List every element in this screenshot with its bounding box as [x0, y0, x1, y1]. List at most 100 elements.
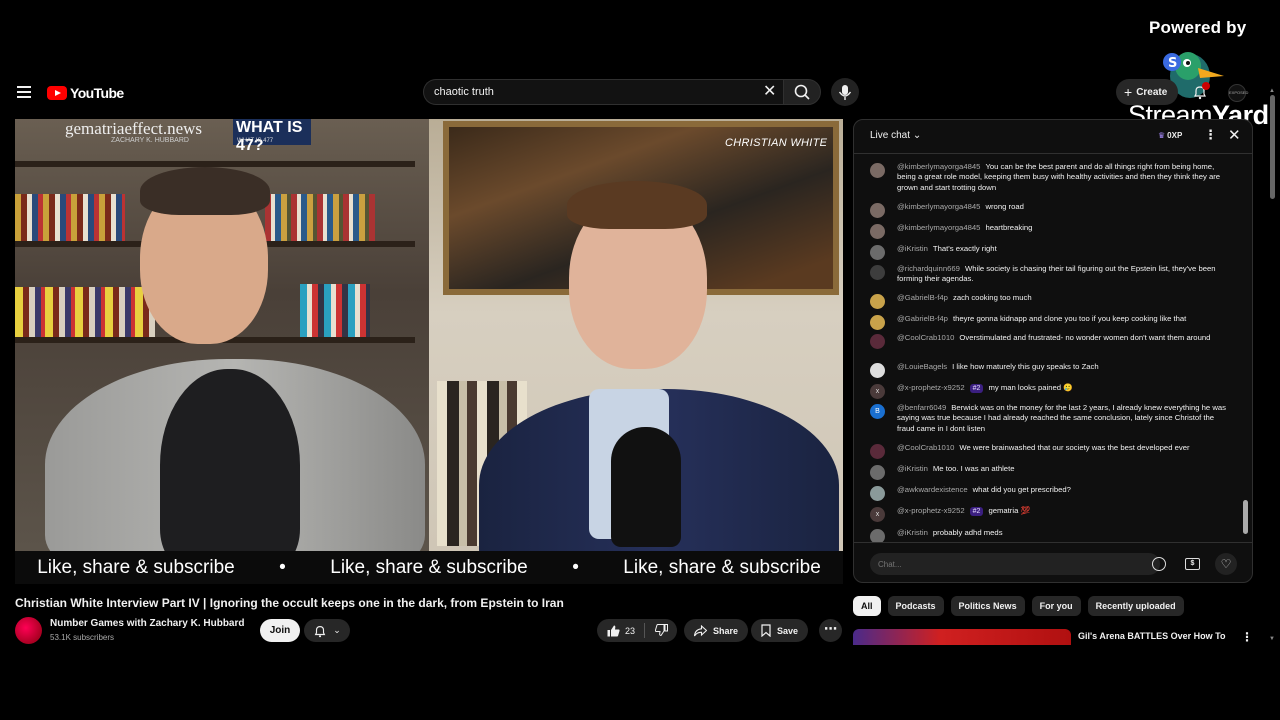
scroll-up-arrow-icon[interactable]: ▲ [1269, 88, 1275, 94]
youtube-play-icon [47, 86, 67, 100]
notification-settings-button[interactable]: ⌄ [304, 619, 350, 642]
chat-input[interactable] [870, 553, 1160, 575]
hamburger-menu-icon[interactable] [17, 86, 31, 98]
chat-avatar: B [870, 404, 885, 419]
chat-rank-badge: #2 [969, 507, 984, 516]
recommendation-options-icon[interactable]: ⋮ [1241, 630, 1253, 644]
gematria-brand-text: gematriaeffect.news [65, 119, 203, 138]
chat-message: @iKristin That's exactly right [870, 244, 1226, 260]
chevron-down-icon: ⌄ [912, 130, 922, 141]
share-icon [694, 624, 707, 636]
voice-search-button[interactable] [831, 78, 859, 106]
chat-message: @awkwardexistence what did you get prescr… [870, 485, 1226, 501]
thumbs-up-icon [607, 625, 620, 636]
svg-text:S: S [1168, 56, 1177, 71]
chat-avatar [870, 245, 885, 260]
join-button[interactable]: Join [260, 619, 300, 642]
search-button[interactable] [783, 79, 821, 105]
search-input[interactable] [434, 80, 754, 104]
chat-message: @CoolCrab1010 Overstimulated and frustrat… [870, 333, 1226, 349]
scroll-down-arrow-icon[interactable]: ▼ [1269, 636, 1275, 642]
dislike-button[interactable] [645, 623, 668, 638]
chat-message: @kimberlymayorga4845 wrong road [870, 202, 1226, 218]
page-scrollbar[interactable] [1270, 95, 1275, 199]
chat-avatar [870, 315, 885, 330]
chat-input-row: $ ♡ [854, 542, 1252, 582]
recommendation-title[interactable]: Gil's Arena BATTLES Over How To Solve NB… [1078, 630, 1228, 644]
top-bar: YouTube ✕ + Create EXPOSED [0, 76, 1270, 110]
gematria-brand-subtext: ZACHARY K. HUBBARD [111, 137, 189, 144]
ticker-text: Like, share & subscribe [623, 556, 821, 578]
recommendation-thumbnail[interactable] [853, 629, 1071, 645]
account-avatar[interactable]: EXPOSED [1228, 84, 1248, 102]
microphone-icon [838, 85, 852, 100]
chat-message: x @x-prophetz-x9252 #2 my man looks pained … [870, 383, 1226, 399]
ticker-text: Like, share & subscribe [37, 556, 235, 578]
live-chat-panel: Live chat ⌄ ♛ 0XP ⋮ ✕ @kimberlymayorga484… [853, 119, 1253, 583]
studio-microphone [611, 427, 681, 547]
bookmark-icon [761, 624, 771, 637]
chat-avatar [870, 486, 885, 501]
chip-podcasts[interactable]: Podcasts [887, 596, 944, 616]
notification-badge [1202, 82, 1210, 90]
share-button[interactable]: Share [684, 619, 749, 642]
video-player[interactable]: gematriaeffect.news ZACHARY K. HUBBARD W… [15, 119, 843, 584]
plus-icon: + [1124, 84, 1133, 100]
subscribe-ticker: Like, share & subscribe • Like, share & … [15, 551, 843, 584]
chat-message: @GabrielB-f4p theyre gonna kidnapp and cl… [870, 314, 1226, 330]
thumbs-down-icon [654, 623, 668, 636]
chat-avatar: x [870, 384, 885, 399]
ticker-text: Like, share & subscribe [330, 556, 528, 578]
search-box: ✕ [423, 79, 783, 105]
super-chat-icon[interactable]: $ [1185, 558, 1200, 570]
host-video-pane: gematriaeffect.news ZACHARY K. HUBBARD W… [15, 119, 429, 551]
chat-message: @kimberlymayorga4845 You can be the best … [870, 162, 1226, 193]
chat-message: @kimberlymayorga4845 heartbreaking [870, 223, 1226, 239]
chat-options-icon[interactable]: ⋮ [1204, 127, 1217, 143]
chip-all[interactable]: All [853, 596, 881, 616]
subscriber-count: 53.1K subscribers [50, 633, 115, 642]
chat-avatar [870, 529, 885, 542]
guest-name-label: CHRISTIAN WHITE [725, 137, 828, 149]
chip-recently-uploaded[interactable]: Recently uploaded [1087, 596, 1184, 616]
close-chat-icon[interactable]: ✕ [1228, 126, 1241, 144]
chat-scrollbar[interactable] [1243, 500, 1248, 534]
chip-for-you[interactable]: For you [1031, 596, 1081, 616]
create-button[interactable]: + Create [1116, 79, 1178, 105]
emoji-icon[interactable] [1152, 557, 1166, 571]
what-is-477-subtext: WHAT IS 477 [237, 138, 274, 144]
chat-message: @richardquinn669 While society is chasing… [870, 264, 1226, 285]
more-actions-icon[interactable]: ⋯ [819, 619, 842, 642]
like-button[interactable]: 23 [597, 623, 645, 638]
chat-avatar [870, 465, 885, 480]
ticker-separator: • [572, 556, 579, 578]
channel-avatar[interactable] [15, 617, 42, 644]
channel-name[interactable]: Number Games with Zachary K. Hubbard [50, 618, 245, 629]
like-dislike-group: 23 [597, 619, 677, 642]
chat-avatar [870, 334, 885, 349]
live-chat-header: Live chat ⌄ ♛ 0XP ⋮ ✕ [854, 120, 1252, 154]
chat-message: @LouieBagels I like how maturely this guy… [870, 362, 1226, 378]
chat-points[interactable]: ♛ 0XP [1158, 131, 1182, 140]
chevron-down-icon: ⌄ [333, 625, 341, 635]
chat-avatar: x [870, 507, 885, 522]
chat-message: @iKristin probably adhd meds [870, 528, 1226, 542]
heart-reaction-icon[interactable]: ♡ [1215, 553, 1237, 575]
chat-messages: @kimberlymayorga4845 You can be the best … [854, 154, 1242, 542]
chat-avatar [870, 265, 885, 280]
recommendation-filter-chips: All Podcasts Politics News For you Recen… [853, 596, 1184, 616]
chat-message: @GabrielB-f4p zach cooking too much [870, 293, 1226, 309]
chip-politics-news[interactable]: Politics News [950, 596, 1025, 616]
chat-avatar [870, 203, 885, 218]
ticker-separator: • [279, 556, 286, 578]
chat-avatar [870, 444, 885, 459]
powered-by-label: Powered by [1149, 18, 1247, 37]
chat-message: x @x-prophetz-x9252 #2 gematria 💯 [870, 506, 1226, 522]
youtube-logo[interactable]: YouTube [47, 85, 124, 101]
like-count: 23 [625, 625, 636, 636]
chat-avatar [870, 163, 885, 178]
live-chat-mode-dropdown[interactable]: Live chat ⌄ [870, 130, 921, 141]
save-button[interactable]: Save [751, 619, 809, 642]
crown-icon: ♛ [1158, 131, 1166, 140]
clear-search-icon[interactable]: ✕ [763, 84, 776, 100]
